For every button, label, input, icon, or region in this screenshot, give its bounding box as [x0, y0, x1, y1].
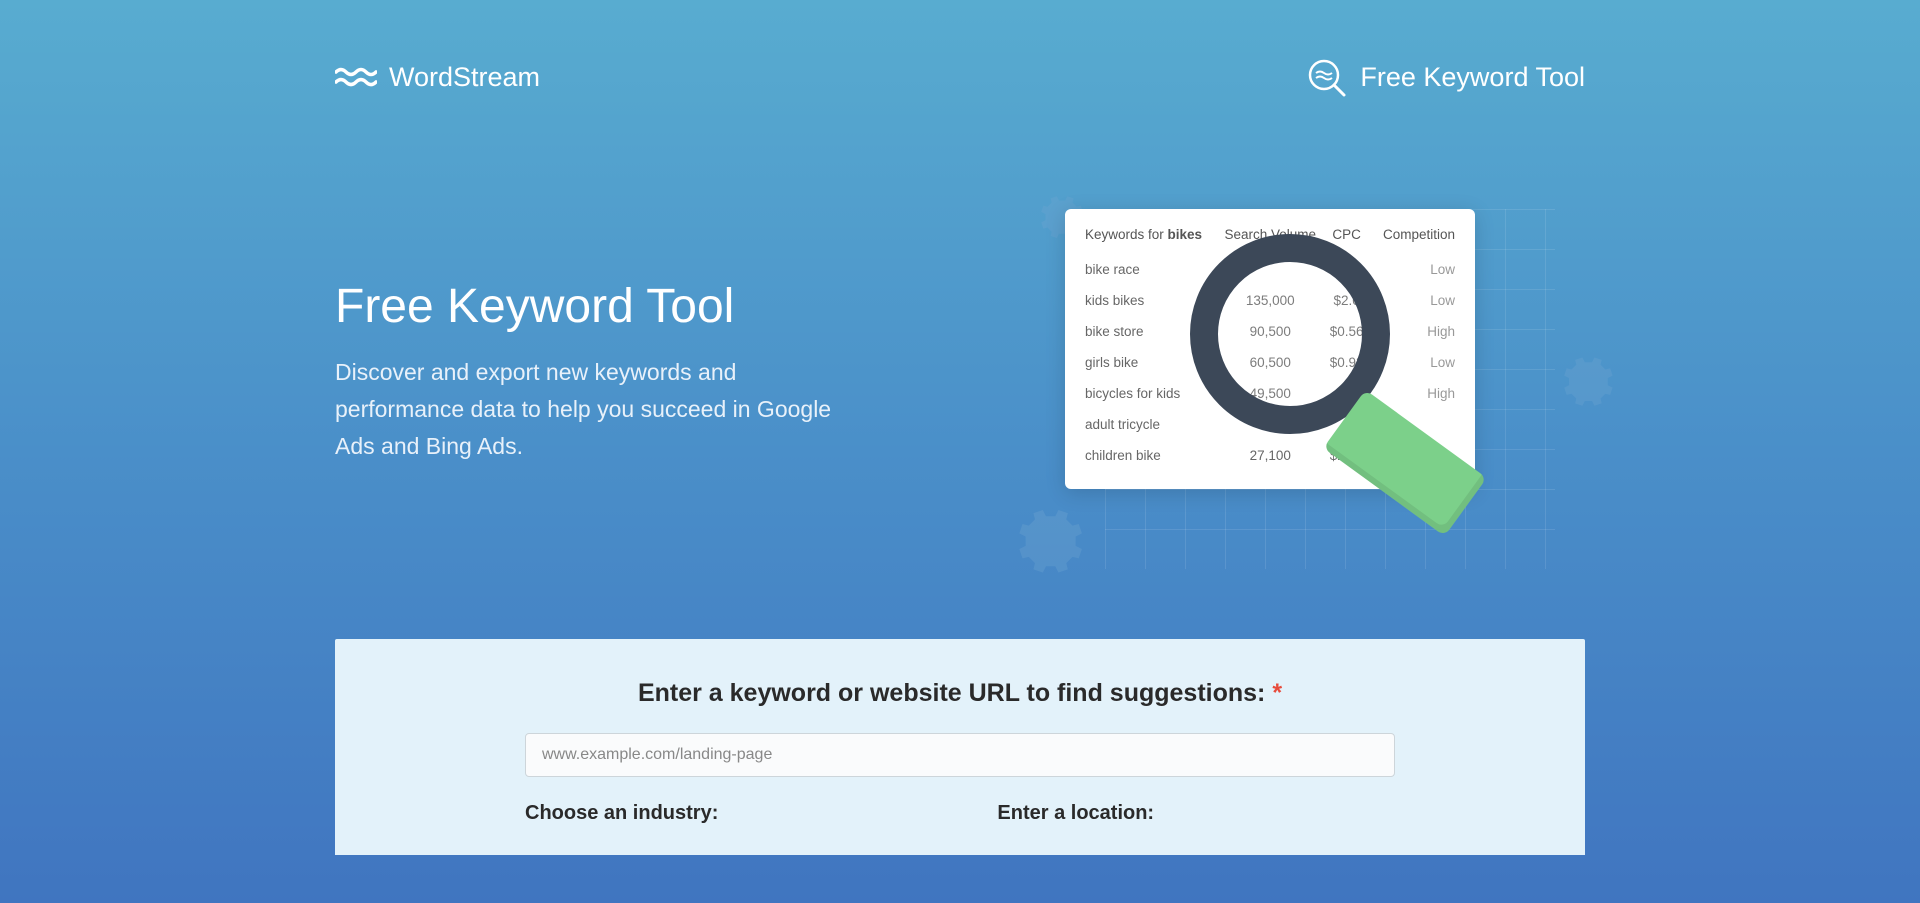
keyword-tool-icon [1304, 55, 1348, 99]
wave-icon [335, 66, 377, 88]
page-subtitle: Discover and export new keywords and per… [335, 354, 855, 464]
gear-icon [1010, 499, 1085, 574]
hero-illustration: Keywords for bikes Search Volume CPC Com… [1025, 189, 1585, 569]
industry-label: Choose an industry: [525, 802, 943, 825]
hero-section: Free Keyword Tool Discover and export ne… [335, 99, 1585, 569]
keyword-url-input[interactable] [525, 733, 1395, 777]
tool-name: Free Keyword Tool [1360, 62, 1585, 93]
brand-logo[interactable]: WordStream [335, 62, 540, 93]
page-title: Free Keyword Tool [335, 279, 855, 334]
form-prompt: Enter a keyword or website URL to find s… [415, 679, 1505, 708]
location-label: Enter a location: [977, 802, 1395, 825]
site-header: WordStream Free Keyword Tool [335, 0, 1585, 99]
gear-icon [1557, 349, 1615, 407]
magnifier-icon [1190, 234, 1390, 434]
search-form: Enter a keyword or website URL to find s… [335, 639, 1585, 855]
tool-link[interactable]: Free Keyword Tool [1304, 55, 1585, 99]
hero-copy: Free Keyword Tool Discover and export ne… [335, 189, 855, 464]
brand-name: WordStream [389, 62, 540, 93]
